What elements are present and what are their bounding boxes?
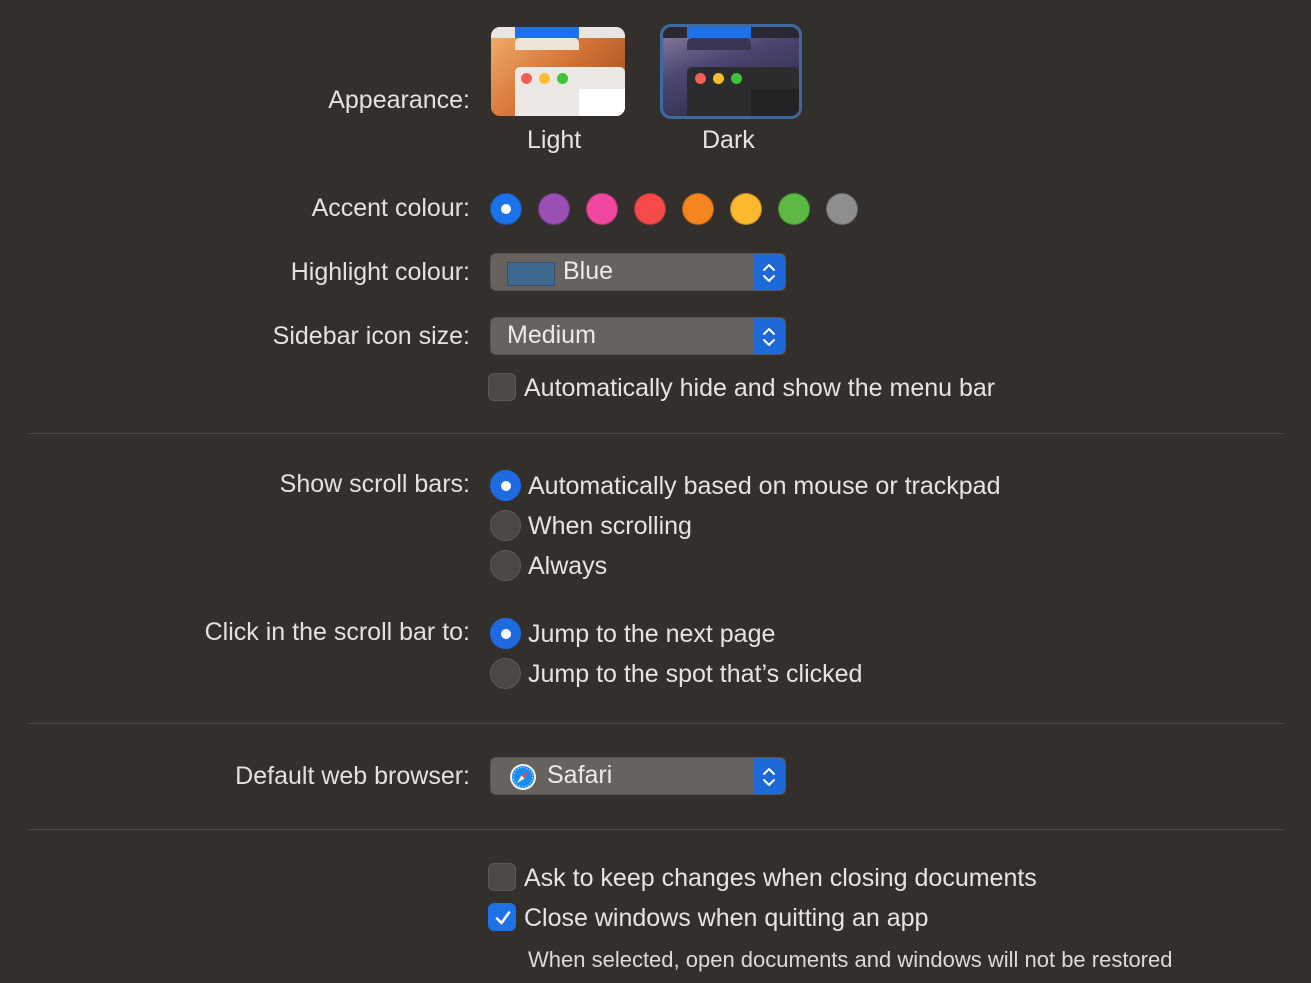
show-scroll-bars-label: Show scroll bars: — [279, 470, 470, 498]
close-dot-icon — [695, 73, 706, 84]
zoom-dot-icon — [557, 73, 568, 84]
minimize-dot-icon — [713, 73, 724, 84]
scroll-bars-always-radio[interactable] — [490, 550, 521, 581]
popup-arrows-icon — [753, 254, 785, 290]
highlight-colour-label: Highlight colour: — [290, 258, 470, 286]
menubar-autohide-checkbox[interactable] — [488, 373, 516, 401]
accent-colour-swatch[interactable] — [730, 193, 762, 225]
default-browser-label: Default web browser: — [235, 762, 470, 790]
popup-arrows-icon — [753, 318, 785, 354]
close-windows-checkbox[interactable] — [488, 903, 516, 931]
appearance-light-thumbnail[interactable] — [491, 27, 625, 116]
light-content-pane — [579, 89, 625, 116]
highlight-colour-value: Blue — [563, 257, 614, 285]
zoom-dot-icon — [731, 73, 742, 84]
checkmark-icon — [495, 911, 511, 925]
accent-colour-swatch[interactable] — [634, 193, 666, 225]
scroll-bars-when-scrolling-label[interactable]: When scrolling — [528, 512, 692, 541]
highlight-colour-swatch — [507, 262, 555, 286]
accent-colour-swatch[interactable] — [490, 193, 522, 225]
default-browser-value: Safari — [547, 761, 613, 789]
jump-to-spot-label[interactable]: Jump to the spot that’s clicked — [528, 660, 862, 689]
dark-menu-highlight — [687, 27, 751, 38]
section-divider — [28, 829, 1284, 830]
click-scroll-bar-label: Click in the scroll bar to: — [204, 618, 470, 646]
appearance-dark-caption: Dark — [702, 126, 755, 154]
sidebar-icon-size-value: Medium — [507, 321, 596, 349]
jump-next-page-radio[interactable] — [490, 618, 521, 649]
popup-arrows-icon — [753, 758, 785, 794]
accent-colour-swatch[interactable] — [538, 193, 570, 225]
highlight-colour-popup[interactable]: Blue — [490, 253, 786, 291]
dark-window-preview — [687, 67, 799, 116]
minimize-dot-icon — [539, 73, 550, 84]
appearance-label: Appearance: — [328, 86, 470, 114]
scroll-bars-automatic-radio[interactable] — [490, 470, 521, 501]
close-windows-note: When selected, open documents and window… — [528, 947, 1173, 972]
section-divider — [28, 433, 1284, 434]
menubar-autohide-label[interactable]: Automatically hide and show the menu bar — [524, 374, 995, 403]
appearance-dark-thumbnail[interactable] — [660, 24, 802, 119]
light-menu-highlight — [515, 27, 579, 38]
close-windows-label[interactable]: Close windows when quitting an app — [524, 904, 928, 933]
dark-content-pane — [751, 89, 799, 116]
accent-colour-swatch[interactable] — [778, 193, 810, 225]
jump-to-spot-radio[interactable] — [490, 658, 521, 689]
light-menu-dropdown — [515, 38, 579, 50]
ask-keep-changes-label[interactable]: Ask to keep changes when closing documen… — [524, 864, 1037, 893]
scroll-bars-always-label[interactable]: Always — [528, 552, 607, 581]
ask-keep-changes-checkbox[interactable] — [488, 863, 516, 891]
accent-colour-swatch[interactable] — [586, 193, 618, 225]
default-browser-popup[interactable]: Safari — [490, 757, 786, 795]
close-dot-icon — [521, 73, 532, 84]
sidebar-icon-size-popup[interactable]: Medium — [490, 317, 786, 355]
sidebar-icon-size-label: Sidebar icon size: — [272, 322, 470, 350]
dark-menu-dropdown — [687, 38, 751, 50]
safari-icon — [510, 764, 536, 790]
accent-colour-label: Accent colour: — [311, 194, 470, 222]
light-window-preview — [515, 67, 625, 116]
scroll-bars-automatic-label[interactable]: Automatically based on mouse or trackpad — [528, 472, 1000, 501]
jump-next-page-label[interactable]: Jump to the next page — [528, 620, 775, 649]
section-divider — [28, 723, 1284, 724]
accent-colour-swatch[interactable] — [826, 193, 858, 225]
scroll-bars-when-scrolling-radio[interactable] — [490, 510, 521, 541]
appearance-light-caption: Light — [527, 126, 582, 154]
accent-colour-swatch[interactable] — [682, 193, 714, 225]
